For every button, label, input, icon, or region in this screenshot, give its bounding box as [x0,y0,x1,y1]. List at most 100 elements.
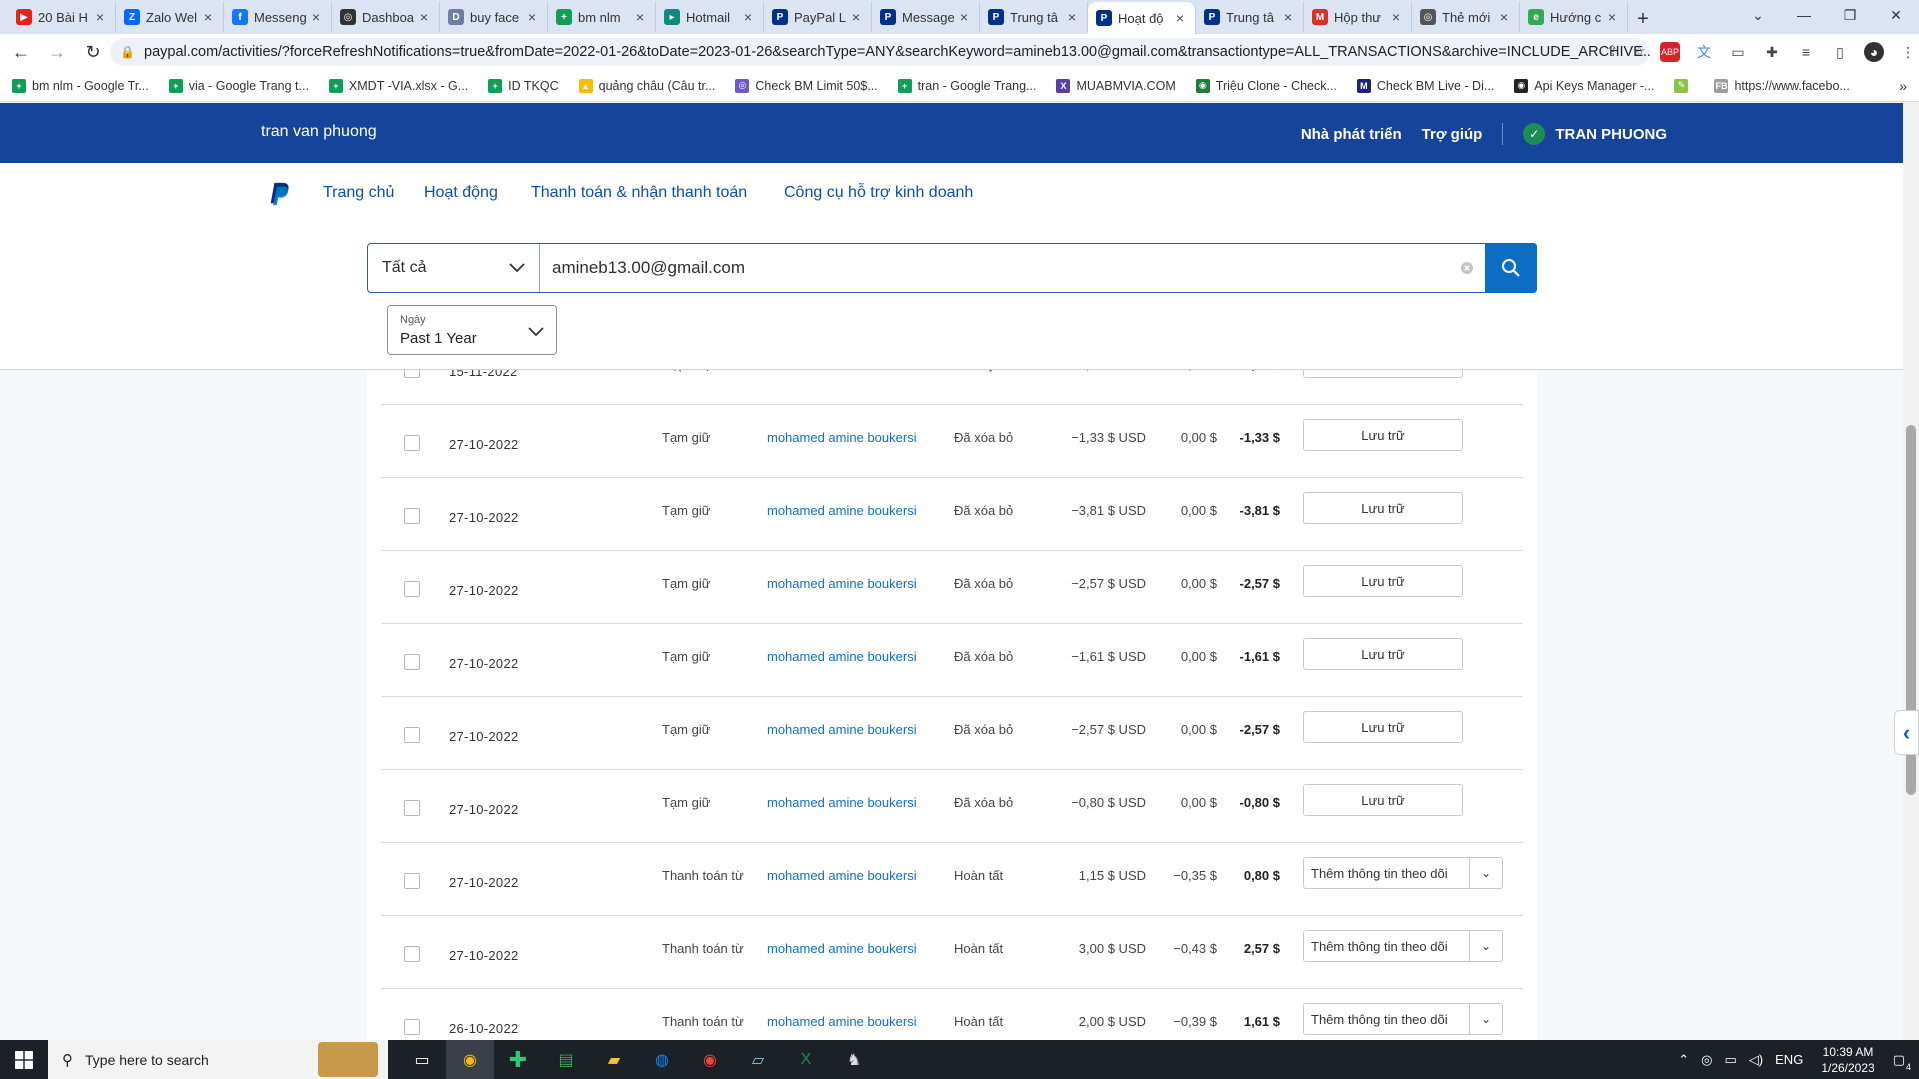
volume-icon[interactable]: ◁) [1749,1052,1763,1068]
close-tab-icon[interactable]: × [849,9,863,25]
close-tab-icon[interactable]: × [957,9,971,25]
feedback-side-tab[interactable]: ‹ [1894,710,1919,755]
close-tab-icon[interactable]: × [1389,9,1403,25]
transaction-row[interactable]: 27-10-2022 Tạm giữ mohamed amine boukersi Đ… [381,770,1523,843]
start-button[interactable] [0,1040,48,1079]
user-avatar-icon[interactable]: ✓ [1523,123,1546,145]
language-indicator[interactable]: ENG [1775,1052,1803,1067]
chevron-up-icon[interactable]: ⌃ [1678,1052,1689,1068]
counterparty-link[interactable]: Reversal [767,370,818,372]
close-tab-icon[interactable]: × [1173,10,1187,26]
row-checkbox[interactable] [404,370,420,378]
file-explorer-icon[interactable]: ▰ [590,1040,638,1079]
sheets-app-icon[interactable]: ▤ [542,1040,590,1079]
bookmark-item[interactable]: ▲ quảng châu (Câu tr... [578,78,715,93]
chrome-menu-icon[interactable]: ⋮ [1898,42,1918,62]
chevron-down-icon[interactable]: ⌄ [1469,1004,1502,1034]
bookmark-star-icon[interactable]: ☆ [1633,42,1646,60]
counterparty-link[interactable]: mohamed amine boukersi [767,576,917,591]
user-name[interactable]: TRAN PHUONG [1555,126,1667,143]
nav-pay-and-get-paid[interactable]: Thanh toán & nhận thanh toán [531,184,747,202]
browser-tab[interactable]: Dbuy face × [440,2,548,32]
transaction-row[interactable]: 27-10-2022 Thanh toán từ mohamed amine bou… [381,843,1523,916]
counterparty-link[interactable]: mohamed amine boukersi [767,503,917,518]
bookmark-item[interactable]: + bm nlm - Google Tr... [12,78,149,93]
bookmark-item[interactable]: FB https://www.facebo... [1714,78,1850,93]
archive-button[interactable]: Lưu trữ [1303,711,1463,743]
add-tracking-button[interactable]: Thêm thông tin theo dõi ⌄ [1303,1003,1503,1035]
transaction-row[interactable]: 27-10-2022 Tạm giữ mohamed amine boukersi Đ… [381,551,1523,624]
nav-home[interactable]: Trang chủ [323,184,394,202]
add-tracking-button[interactable]: Thêm thông tin theo dõi ⌄ [1303,857,1503,889]
bookmark-item[interactable]: M Check BM Live - Di... [1356,78,1494,93]
reload-button[interactable]: ↻ [78,37,108,67]
task-view-icon[interactable]: ▭ [398,1040,446,1079]
close-tab-icon[interactable]: × [525,9,539,25]
notepad-app-icon[interactable]: ▱ [734,1040,782,1079]
help-link[interactable]: Trợ giúp [1422,126,1483,143]
browser-tab[interactable]: ◎ Dashboa × [332,2,440,32]
bookmark-item[interactable]: ✎ [1674,78,1694,93]
archive-button[interactable]: Lưu trữ [1303,784,1463,816]
excel-app-icon[interactable]: X [782,1040,830,1079]
browser-tab[interactable]: M Hộp thư × [1304,2,1412,32]
clock[interactable]: 10:39 AM 1/26/2023 [1821,1044,1874,1076]
browser-tab[interactable]: P PayPal L × [764,2,872,32]
new-tab-button[interactable]: + [1628,4,1658,34]
cast-extension-icon[interactable]: ▭ [1728,42,1748,62]
row-checkbox[interactable] [404,654,420,670]
bookmark-item[interactable]: + ID TKQC [488,78,559,93]
close-tab-icon[interactable]: × [417,9,431,25]
share-icon[interactable]: ⇪ [1606,42,1619,60]
browser-tab[interactable]: ▸ Hotmail × [656,2,764,32]
bookmark-item[interactable]: + XMDT -VIA.xlsx - G... [328,78,468,93]
browser-tab[interactable]: P Hoạt độ × [1088,2,1196,34]
row-checkbox[interactable] [404,800,420,816]
row-checkbox[interactable] [404,1019,420,1035]
translate-extension-icon[interactable]: 文 [1694,42,1714,62]
close-tab-icon[interactable]: × [1065,9,1079,25]
plus-app-icon[interactable]: ✚ [494,1040,542,1079]
url-text[interactable]: paypal.com/activities/?forceRefreshNotif… [144,44,1650,60]
bookmark-item[interactable]: ◉ Api Keys Manager -... [1514,78,1654,93]
adblock-extension-icon[interactable]: ABP [1660,42,1680,62]
search-type-select[interactable]: Tất cả [368,244,540,292]
close-tab-icon[interactable]: × [1497,9,1511,25]
browser-tab[interactable]: + bm nlm × [548,2,656,32]
row-checkbox[interactable] [404,946,420,962]
archive-button[interactable]: Lưu trữ [1303,638,1463,670]
close-tab-icon[interactable]: × [633,9,647,25]
row-checkbox[interactable] [404,873,420,889]
search-button[interactable] [1485,243,1537,293]
chevron-down-icon[interactable]: ⌄ [1469,931,1502,961]
archive-button[interactable]: Lưu trữ [1303,419,1463,451]
close-tab-icon[interactable]: × [93,9,107,25]
zalo-app-icon[interactable]: ◍ [638,1040,686,1079]
archive-button[interactable]: Lưu trữ [1303,565,1463,597]
chrome-taskbar-icon-2[interactable]: ◉ [686,1040,734,1079]
row-checkbox[interactable] [404,727,420,743]
counterparty-link[interactable]: mohamed amine boukersi [767,868,917,883]
close-tab-icon[interactable]: × [201,9,215,25]
browser-tab[interactable]: P Trung tâ × [1196,2,1304,32]
transaction-row[interactable]: 27-10-2022 Tạm giữ mohamed amine boukersi Đ… [381,624,1523,697]
browser-tab[interactable]: P Message × [872,2,980,32]
transaction-row[interactable]: 27-10-2022 Tạm giữ mohamed amine boukersi Đ… [381,478,1523,551]
side-panel-icon[interactable]: ▯ [1830,42,1850,62]
counterparty-link[interactable]: mohamed amine boukersi [767,649,917,664]
clear-search-icon[interactable] [1449,244,1485,292]
search-keyword-input[interactable]: amineb13.00@gmail.com [540,244,1449,292]
counterparty-link[interactable]: mohamed amine boukersi [767,941,917,956]
close-tab-icon[interactable]: × [741,9,755,25]
game-app-icon[interactable]: ♞ [830,1040,878,1079]
browser-tab[interactable]: e Hướng c × [1520,2,1628,32]
paypal-logo-icon[interactable] [268,181,292,207]
developer-link[interactable]: Nhà phát triển [1301,126,1402,143]
archive-button[interactable]: Lưu trữ [1303,370,1463,378]
row-checkbox[interactable] [404,435,420,451]
transaction-row[interactable]: 27-10-2022 Tạm giữ mohamed amine boukersi Đ… [381,697,1523,770]
bookmark-item[interactable]: + via - Google Trang t... [168,78,309,93]
restore-button[interactable]: ❐ [1827,0,1873,30]
tab-search-icon[interactable]: ⌄ [1735,0,1781,30]
close-window-button[interactable]: ✕ [1873,0,1919,30]
